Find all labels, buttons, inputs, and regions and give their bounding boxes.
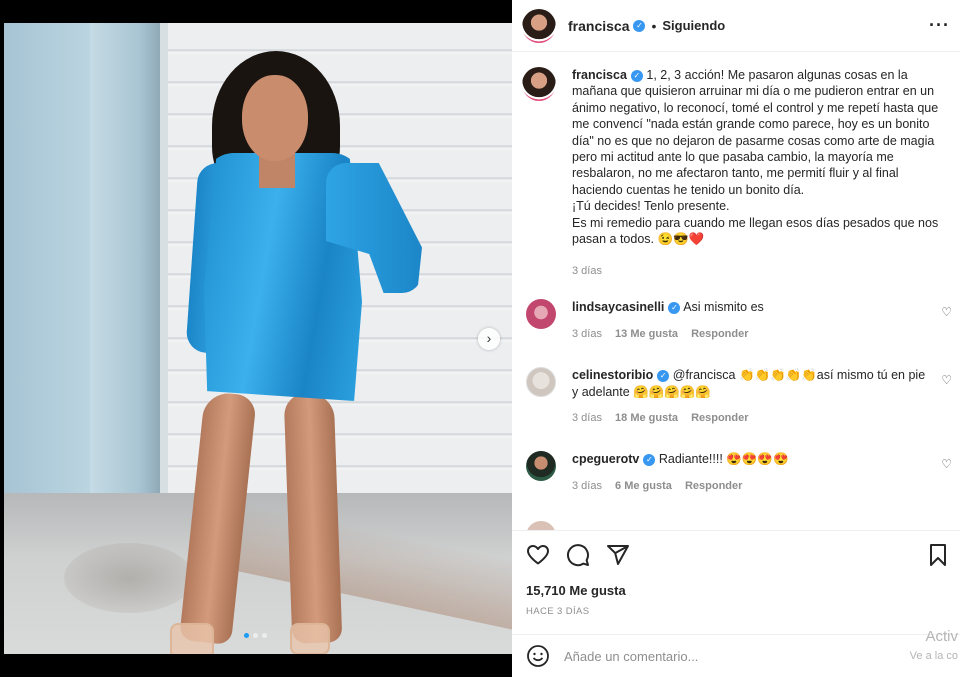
verified-badge-icon: ✓ — [633, 19, 646, 32]
carousel-dot-active — [244, 633, 249, 638]
windows-activation-watermark-sub: Ve a la co — [909, 650, 958, 662]
comment-username[interactable]: cpeguerotv — [572, 452, 639, 466]
share-paper-plane-icon[interactable] — [606, 543, 630, 567]
caption-timestamp: 3 días — [572, 265, 602, 277]
comment-like-heart-icon[interactable]: ♡ — [941, 373, 952, 387]
like-heart-icon[interactable] — [526, 543, 550, 567]
comment-input[interactable]: Añade un comentario... — [564, 649, 698, 664]
comment-likes[interactable]: 6 Me gusta — [615, 480, 672, 492]
following-button[interactable]: Siguiendo — [662, 18, 725, 33]
caption-text-block: francisca ✓ 1, 2, 3 acción! Me pasaron al… — [572, 67, 950, 247]
comment-body: lindsaycasinelli ✓ Asi mismito es 3 días … — [572, 299, 932, 342]
photo-pillar — [90, 23, 160, 513]
comment-body: cpeguerotv ✓ Radiante!!!! 😍😍😍😍 3 días 6 M… — [572, 451, 932, 494]
post-photo-area: › — [0, 0, 512, 677]
post-header: francisca ✓ • Siguiendo ··· — [512, 0, 960, 52]
bookmark-icon[interactable] — [926, 543, 950, 567]
commenter-avatar[interactable] — [526, 299, 556, 329]
commenter-avatar[interactable] — [526, 451, 556, 481]
ellipsis-icon[interactable]: ··· — [929, 15, 950, 36]
next-image-button[interactable]: › — [478, 328, 500, 350]
reply-button[interactable]: Responder — [691, 328, 748, 340]
verified-badge-icon: ✓ — [657, 370, 670, 382]
comment-username[interactable]: celinestoribio — [572, 368, 653, 382]
comment-item-partial — [526, 521, 952, 530]
commenter-avatar[interactable] — [526, 521, 556, 530]
comment-meta: 3 días 13 Me gusta Responder — [572, 326, 932, 343]
caption-avatar[interactable] — [522, 67, 556, 101]
reply-button[interactable]: Responder — [685, 480, 742, 492]
comment-likes[interactable]: 13 Me gusta — [615, 328, 678, 340]
comment-item: lindsaycasinelli ✓ Asi mismito es 3 días … — [526, 299, 952, 342]
verified-badge-icon: ✓ — [668, 302, 681, 314]
comment-item: celinestoribio ✓ @francisca 👏👏👏👏👏así mism… — [526, 367, 952, 427]
comment-time: 3 días — [572, 479, 602, 492]
comment-bubble-icon[interactable] — [566, 543, 590, 567]
verified-badge-icon: ✓ — [643, 454, 656, 466]
comment-body: celinestoribio ✓ @francisca 👏👏👏👏👏así mism… — [572, 367, 932, 427]
photo-person-face — [242, 75, 308, 161]
commenter-avatar[interactable] — [526, 367, 556, 397]
post-side-panel: francisca ✓ • Siguiendo ··· francisca ✓ 1… — [512, 0, 960, 677]
comment-meta: 3 días 6 Me gusta Responder — [572, 478, 932, 495]
photo-person-shoe — [290, 623, 330, 654]
post-caption: francisca ✓ 1, 2, 3 acción! Me pasaron al… — [522, 67, 952, 247]
action-buttons — [526, 543, 630, 567]
comment-meta: 3 días 18 Me gusta Responder — [572, 410, 932, 427]
reply-button[interactable]: Responder — [691, 412, 748, 424]
emoji-smiley-icon[interactable] — [526, 644, 550, 668]
comments-section[interactable]: francisca ✓ 1, 2, 3 acción! Me pasaron al… — [512, 53, 960, 530]
photo-person-leg — [283, 392, 343, 644]
post-timestamp: HACE 3 DÍAS — [526, 606, 590, 617]
photo-person-shoe — [170, 623, 214, 654]
post-actions: 15,710 Me gusta HACE 3 DÍAS — [512, 530, 960, 630]
comment-text: Radiante!!!! 😍😍😍😍 — [658, 452, 789, 466]
photo-floor-stain — [64, 543, 194, 613]
comment-like-heart-icon[interactable]: ♡ — [941, 457, 952, 471]
carousel-dot — [262, 633, 267, 638]
comment-username[interactable]: lindsaycasinelli — [572, 300, 664, 314]
comment-likes[interactable]: 18 Me gusta — [615, 412, 678, 424]
author-username[interactable]: francisca — [568, 18, 629, 34]
comment-text: Asi mismito es — [683, 300, 764, 314]
comment-time: 3 días — [572, 327, 602, 340]
windows-activation-watermark: Activ — [925, 628, 958, 645]
likes-count[interactable]: 15,710 Me gusta — [526, 583, 626, 598]
verified-badge-icon: ✓ — [630, 70, 643, 82]
caption-text: 1, 2, 3 acción! Me pasaron algunas cosas… — [572, 68, 939, 247]
carousel-dot — [253, 633, 258, 638]
comment-like-heart-icon[interactable]: ♡ — [941, 305, 952, 319]
author-avatar[interactable] — [522, 8, 556, 43]
comment-item: cpeguerotv ✓ Radiante!!!! 😍😍😍😍 3 días 6 M… — [526, 451, 952, 494]
chevron-right-icon: › — [486, 330, 492, 346]
carousel-indicator — [244, 633, 267, 638]
comment-time: 3 días — [572, 412, 602, 424]
post-image[interactable] — [4, 23, 512, 654]
add-comment-bar: Añade un comentario... — [512, 634, 960, 677]
caption-username[interactable]: francisca — [572, 68, 627, 82]
header-separator: • — [651, 17, 657, 34]
